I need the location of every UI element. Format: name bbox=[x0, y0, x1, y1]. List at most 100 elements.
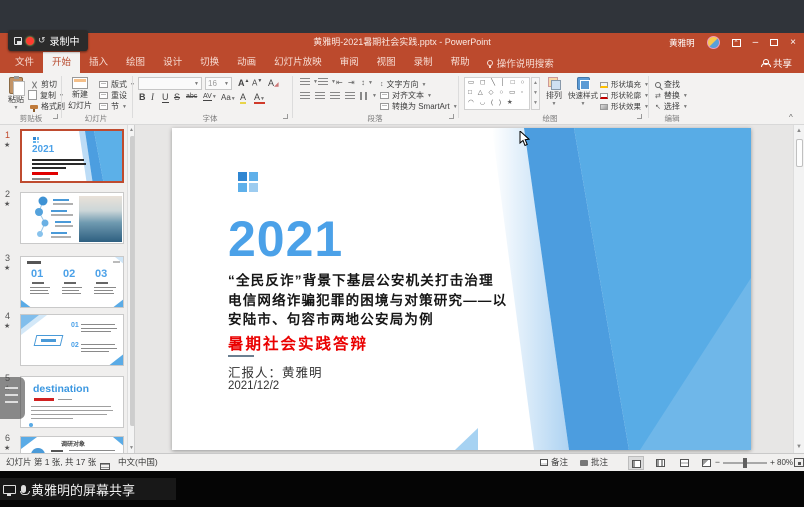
arrange-button[interactable]: 排列 ▼ bbox=[542, 77, 566, 107]
shrink-font-button[interactable]: A▼ bbox=[252, 78, 262, 88]
find-button[interactable]: 查找 bbox=[655, 79, 680, 90]
slide-thumbnail-5[interactable]: destination bbox=[20, 376, 124, 428]
slide-thumbnail-2[interactable] bbox=[20, 192, 124, 244]
text-direction-button[interactable]: ↕文字方向▼ bbox=[380, 79, 426, 90]
reading-view-button[interactable] bbox=[676, 456, 692, 470]
ribbon-display-options-button[interactable]: ^ bbox=[732, 39, 741, 47]
animation-star-icon[interactable]: ★ bbox=[4, 264, 10, 272]
numbering-button[interactable]: ▼ bbox=[318, 78, 336, 86]
new-slide-button[interactable]: 新建 幻灯片 bbox=[64, 77, 96, 111]
tab-file[interactable]: 文件 bbox=[6, 52, 43, 73]
font-dialog-launcher-icon[interactable] bbox=[283, 114, 288, 119]
collapse-ribbon-icon[interactable]: ^ bbox=[789, 113, 793, 122]
minimize-button[interactable]: – bbox=[753, 33, 759, 52]
change-case-button[interactable]: Aa▼ bbox=[221, 93, 236, 102]
language-indicator[interactable]: 中文(中国) bbox=[118, 454, 158, 471]
bullets-button[interactable]: ▼ bbox=[300, 78, 318, 86]
copy-button[interactable]: 复制▼ bbox=[30, 90, 64, 101]
recording-indicator[interactable]: ↺ 录制中 bbox=[8, 30, 88, 51]
slide-sorter-view-button[interactable] bbox=[652, 456, 668, 470]
bold-button[interactable]: B bbox=[139, 92, 146, 102]
tab-help[interactable]: 帮助 bbox=[442, 52, 479, 73]
clipboard-dialog-launcher-icon[interactable] bbox=[53, 114, 58, 119]
slide-thumbnail-1[interactable]: 2021 bbox=[20, 129, 124, 183]
columns-button[interactable]: ▼ bbox=[360, 92, 377, 100]
font-size-combo[interactable]: 16▼ bbox=[205, 77, 232, 90]
tab-transitions[interactable]: 切换 bbox=[191, 52, 228, 73]
font-name-combo[interactable]: ▼ bbox=[138, 77, 202, 90]
zoom-in-button[interactable]: + bbox=[770, 454, 775, 471]
scroll-up-icon[interactable]: ▲ bbox=[128, 127, 135, 133]
share-button[interactable]: 共享 bbox=[749, 52, 804, 73]
shapes-gallery[interactable]: ▭ ◻ ╲ │ □ ○□ △ ◇ ○ ▭ ◦◠ ◡ ( ) ★ bbox=[464, 77, 530, 110]
slide-thumbnail-3[interactable]: 01 02 03 bbox=[20, 256, 124, 308]
replace-button[interactable]: ⇄替换▼ bbox=[655, 90, 688, 101]
slide-thumbnail-4[interactable]: 01 02 bbox=[20, 314, 124, 366]
maximize-button[interactable] bbox=[770, 39, 778, 46]
shape-fill-button[interactable]: 形状填充▼ bbox=[600, 79, 649, 90]
align-text-button[interactable]: 对齐文本▼ bbox=[380, 90, 432, 101]
cut-button[interactable]: 剪切 bbox=[30, 79, 57, 90]
slideshow-view-button[interactable] bbox=[698, 456, 714, 470]
slide-canvas[interactable]: 2021 “全民反诈”背景下基层公安机关打击治理 电信网络诈骗犯罪的困境与对策研… bbox=[172, 128, 751, 450]
format-painter-button[interactable]: 格式刷 bbox=[30, 101, 65, 112]
tab-animations[interactable]: 动画 bbox=[228, 52, 265, 73]
section-button[interactable]: 节▼ bbox=[99, 101, 127, 112]
align-center-button[interactable] bbox=[315, 92, 325, 100]
select-button[interactable]: ↖选择▼ bbox=[655, 101, 688, 112]
tab-insert[interactable]: 插入 bbox=[80, 52, 117, 73]
shape-effects-button[interactable]: 形状效果▼ bbox=[600, 101, 649, 112]
line-spacing-button[interactable]: ↕▼ bbox=[361, 78, 373, 87]
justify-button[interactable] bbox=[345, 92, 355, 100]
highlight-color-button[interactable]: A bbox=[240, 92, 246, 104]
decrease-indent-button[interactable]: ⇤ bbox=[336, 78, 343, 87]
italic-button[interactable]: I bbox=[151, 92, 154, 102]
quick-styles-button[interactable]: 快速样式 ▼ bbox=[566, 77, 600, 107]
tab-view[interactable]: 视图 bbox=[368, 52, 405, 73]
tab-slideshow[interactable]: 幻灯片放映 bbox=[265, 52, 331, 73]
character-spacing-button[interactable]: AV▼ bbox=[203, 93, 217, 100]
shape-outline-button[interactable]: 形状轮廓▼ bbox=[600, 90, 649, 101]
strikethrough-button[interactable]: S bbox=[174, 92, 180, 102]
align-right-button[interactable] bbox=[330, 92, 340, 100]
shapes-gallery-scroll[interactable]: ▲▼▼ bbox=[531, 77, 540, 110]
tab-record[interactable]: 录制 bbox=[405, 52, 442, 73]
increase-indent-button[interactable]: ⇥ bbox=[348, 78, 355, 87]
tell-me-search[interactable]: 操作说明搜索 bbox=[479, 52, 562, 73]
signed-in-user[interactable]: 黄雅明 bbox=[669, 37, 695, 49]
undo-icon[interactable]: ↺ bbox=[38, 35, 46, 46]
animation-star-icon[interactable]: ★ bbox=[4, 322, 10, 330]
paste-button[interactable]: 粘贴 ▼ bbox=[4, 77, 28, 111]
screen-share-indicator[interactable]: 黄雅明的屏幕共享 bbox=[0, 478, 176, 500]
animation-star-icon[interactable]: ★ bbox=[4, 444, 10, 452]
animation-star-icon[interactable]: ★ bbox=[4, 200, 10, 208]
scroll-down-icon[interactable]: ▼ bbox=[128, 445, 135, 451]
scroll-up-icon[interactable]: ▲ bbox=[794, 128, 804, 134]
save-icon[interactable] bbox=[14, 37, 22, 45]
animation-star-icon[interactable]: ★ bbox=[4, 141, 10, 149]
scroll-down-icon[interactable]: ▼ bbox=[794, 444, 804, 450]
zoom-slider-thumb[interactable] bbox=[743, 458, 747, 468]
text-shadow-button[interactable]: abc bbox=[186, 93, 197, 100]
drawing-dialog-launcher-icon[interactable] bbox=[637, 114, 642, 119]
tab-home[interactable]: 开始 bbox=[43, 52, 80, 73]
tab-design[interactable]: 设计 bbox=[154, 52, 191, 73]
zoom-out-button[interactable]: − bbox=[715, 454, 720, 471]
comments-button[interactable]: 批注 bbox=[580, 454, 608, 471]
underline-button[interactable]: U bbox=[162, 92, 169, 103]
meeting-panel-handle[interactable] bbox=[0, 377, 25, 419]
paragraph-dialog-launcher-icon[interactable] bbox=[449, 114, 454, 119]
layout-button[interactable]: 版式▼ bbox=[99, 79, 135, 90]
slide-thumbnail-6[interactable]: 调研对象 bbox=[20, 436, 124, 453]
close-button[interactable]: × bbox=[790, 33, 796, 52]
editor-scrollbar[interactable]: ▲ ▼ bbox=[793, 125, 804, 453]
notes-button[interactable]: 备注 bbox=[540, 454, 568, 471]
tab-review[interactable]: 审阅 bbox=[331, 52, 368, 73]
grow-font-button[interactable]: A▲ bbox=[238, 78, 249, 88]
align-left-button[interactable] bbox=[300, 92, 310, 100]
zoom-percentage[interactable]: 80% bbox=[777, 454, 793, 471]
user-avatar[interactable] bbox=[707, 36, 720, 49]
fit-slide-to-window-button[interactable] bbox=[794, 458, 804, 467]
thumbnail-scrollbar[interactable]: ▲ ▼ bbox=[127, 125, 135, 453]
font-color-button[interactable]: A▼ bbox=[254, 92, 265, 104]
